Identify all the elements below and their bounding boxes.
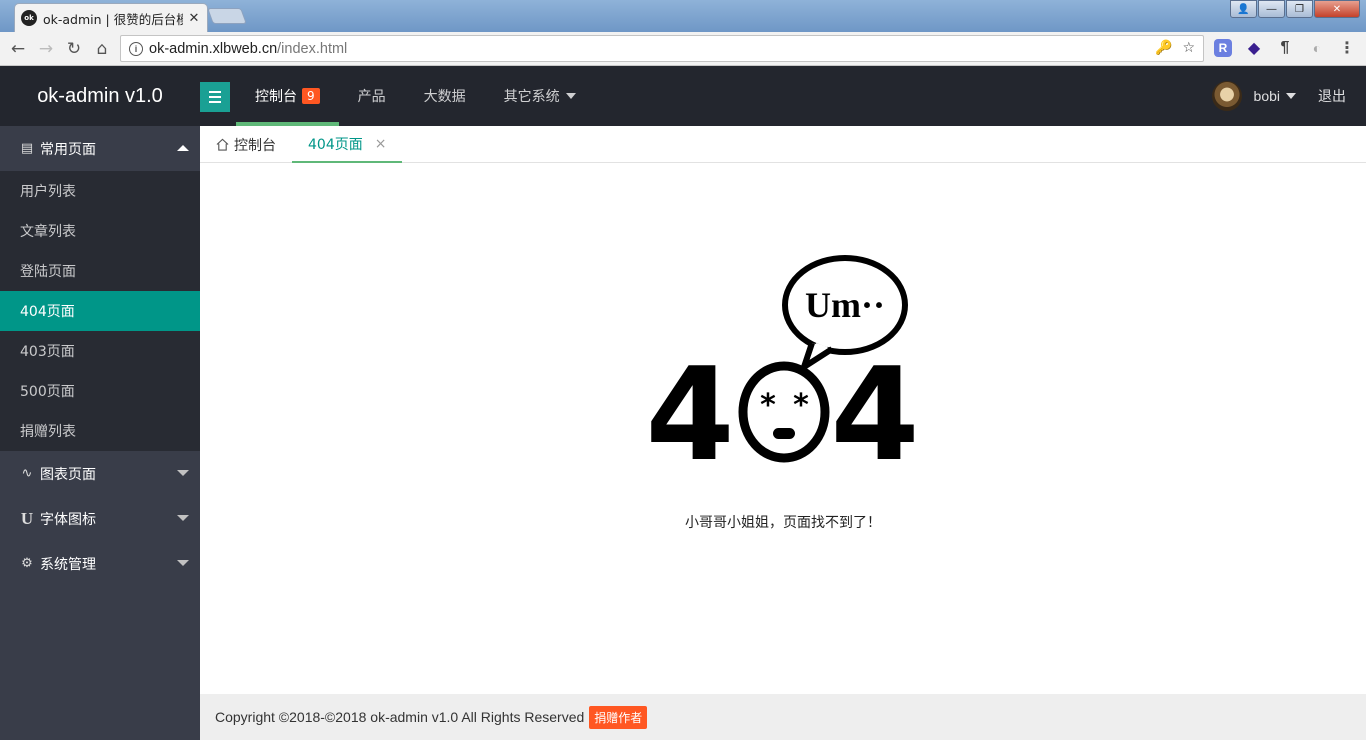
chevron-down-icon	[177, 560, 189, 566]
gear-icon: ⚙	[21, 556, 33, 571]
footer: Copyright ©2018-©2018 ok-admin v1.0 All …	[200, 694, 1366, 740]
bubble-text: Um··	[805, 285, 885, 325]
topnav-bigdata[interactable]: 大数据	[405, 66, 485, 126]
topnav-dashboard[interactable]: 控制台 9	[236, 66, 339, 126]
window-maximize-button[interactable]: ❐	[1286, 0, 1313, 18]
topnav-products-label: 产品	[357, 89, 386, 105]
app-header: ok-admin v1.0 控制台 9 产品 大数据 其它系统 bobi 退出	[0, 66, 1366, 126]
face-zero: * *	[738, 361, 830, 463]
window-profile-icon[interactable]: 👤	[1230, 0, 1257, 18]
avatar	[1211, 81, 1242, 111]
sidebar-item-404[interactable]: 404页面	[0, 291, 200, 331]
app-logo[interactable]: ok-admin v1.0	[0, 66, 200, 126]
reload-icon[interactable]: ↻	[62, 37, 86, 61]
window-close-button[interactable]: ✕	[1314, 0, 1360, 18]
sidebar-item-500[interactable]: 500页面	[0, 371, 200, 411]
window-minimize-button[interactable]: —	[1258, 0, 1285, 18]
sidebar-group-label: 系统管理	[40, 556, 96, 573]
svg-text:*: *	[793, 388, 809, 423]
topnav-products[interactable]: 产品	[339, 66, 405, 126]
sidebar-item-user-list[interactable]: 用户列表	[0, 171, 200, 211]
svg-text:*: *	[760, 388, 776, 423]
url-path: /index.html	[277, 40, 348, 57]
user-menu[interactable]: bobi	[1211, 66, 1296, 126]
topnav-bigdata-label: 大数据	[423, 89, 466, 105]
user-name: bobi	[1253, 88, 1280, 104]
sidebar-item-donation-list[interactable]: 捐赠列表	[0, 411, 200, 451]
home-outline-icon	[216, 138, 229, 151]
digit-four-left: 4	[645, 341, 734, 467]
sidebar-group-label: 常用页面	[40, 141, 96, 158]
notification-badge: 9	[302, 88, 320, 104]
chevron-down-icon	[565, 93, 576, 99]
sidebar-item-403[interactable]: 403页面	[0, 331, 200, 371]
donate-author-button[interactable]: 捐赠作者	[589, 705, 648, 729]
logout-link[interactable]: 退出	[1318, 66, 1346, 126]
tab-dashboard[interactable]: 控制台	[200, 126, 292, 163]
sidebar-item-article-list[interactable]: 文章列表	[0, 211, 200, 251]
sidebar-item-login-page[interactable]: 登陆页面	[0, 251, 200, 291]
sidebar-group-system-mgmt[interactable]: ⚙ 系统管理	[0, 541, 200, 586]
menu-toggle-button[interactable]	[200, 82, 230, 112]
address-bar[interactable]: i ok-admin.xlbweb.cn /index.html 🔑 ☆	[120, 35, 1204, 62]
sidebar-group-label: 图表页面	[40, 466, 96, 483]
chevron-down-icon	[177, 470, 189, 476]
home-icon[interactable]: ⌂	[90, 37, 114, 61]
font-u-icon: U	[20, 508, 34, 528]
new-tab-button[interactable]	[207, 8, 247, 24]
extension-paragraph-icon[interactable]: ¶	[1276, 39, 1294, 57]
copyright-text: Copyright ©2018-©2018 ok-admin v1.0 All …	[215, 709, 585, 725]
main-content: Um·· 4 * * 4 小哥哥小姐姐，页面找不到了！	[200, 163, 1366, 694]
not-found-message: 小哥哥小姐姐，页面找不到了！	[685, 515, 881, 531]
bookmark-star-icon[interactable]: ☆	[1182, 39, 1195, 56]
topnav-dashboard-label: 控制台	[255, 89, 297, 105]
topnav-other-systems[interactable]: 其它系统	[485, 66, 595, 126]
sidebar-group-charts[interactable]: ∿ 图表页面	[0, 451, 200, 496]
chevron-down-icon	[177, 515, 189, 521]
tab-close-icon[interactable]: ✕	[187, 10, 201, 26]
key-icon[interactable]: 🔑	[1155, 39, 1172, 56]
chevron-down-icon	[1286, 93, 1296, 99]
extension-r-icon[interactable]: R	[1214, 39, 1232, 57]
extension-cube-icon[interactable]: ◆	[1245, 39, 1263, 57]
browser-tab[interactable]: ok ok-admin | 很赞的后台模 ✕	[14, 3, 208, 32]
browser-menu-icon[interactable]: ⋮	[1338, 39, 1356, 57]
site-info-icon[interactable]: i	[129, 41, 143, 56]
404-illustration: Um·· 4 * * 4	[645, 255, 920, 467]
url-host: ok-admin.xlbweb.cn	[149, 40, 278, 57]
top-nav: 控制台 9 产品 大数据 其它系统	[236, 66, 595, 126]
sidebar-group-font-icons[interactable]: U 字体图标	[0, 496, 200, 541]
favicon-icon: ok	[21, 10, 37, 26]
forward-arrow-icon[interactable]: →	[34, 37, 58, 61]
topnav-other-label: 其它系统	[503, 89, 560, 105]
sidebar-submenu: 用户列表 文章列表 登陆页面 404页面 403页面 500页面 捐赠列表	[0, 171, 200, 451]
browser-titlebar: ok ok-admin | 很赞的后台模 ✕ 👤 — ❐ ✕	[0, 0, 1366, 32]
sidebar-group-label: 字体图标	[40, 511, 96, 528]
page-icon: ▤	[20, 141, 34, 156]
browser-tab-title: ok-admin | 很赞的后台模	[43, 11, 183, 27]
content-tab-bar: 控制台 404页面 ×	[200, 126, 1366, 163]
chart-pulse-icon: ∿	[21, 466, 33, 481]
tab-dashboard-label: 控制台	[234, 137, 276, 154]
tab-404[interactable]: 404页面 ×	[292, 126, 403, 163]
back-arrow-icon[interactable]: ←	[6, 37, 30, 61]
window-controls: 👤 — ❐ ✕	[1229, 0, 1360, 18]
browser-toolbar: ← → ↻ ⌂ i ok-admin.xlbweb.cn /index.html…	[0, 32, 1366, 66]
extension-disabled-icon[interactable]: ◐	[1308, 39, 1326, 57]
sidebar-group-common-pages[interactable]: ▤ 常用页面	[0, 126, 200, 171]
tab-close-icon[interactable]: ×	[375, 136, 387, 152]
digit-four-right: 4	[830, 341, 919, 467]
sidebar: ▤ 常用页面 用户列表 文章列表 登陆页面 404页面 403页面 500页面 …	[0, 126, 200, 740]
chevron-up-icon	[177, 145, 189, 151]
tab-404-label: 404页面	[308, 136, 363, 153]
